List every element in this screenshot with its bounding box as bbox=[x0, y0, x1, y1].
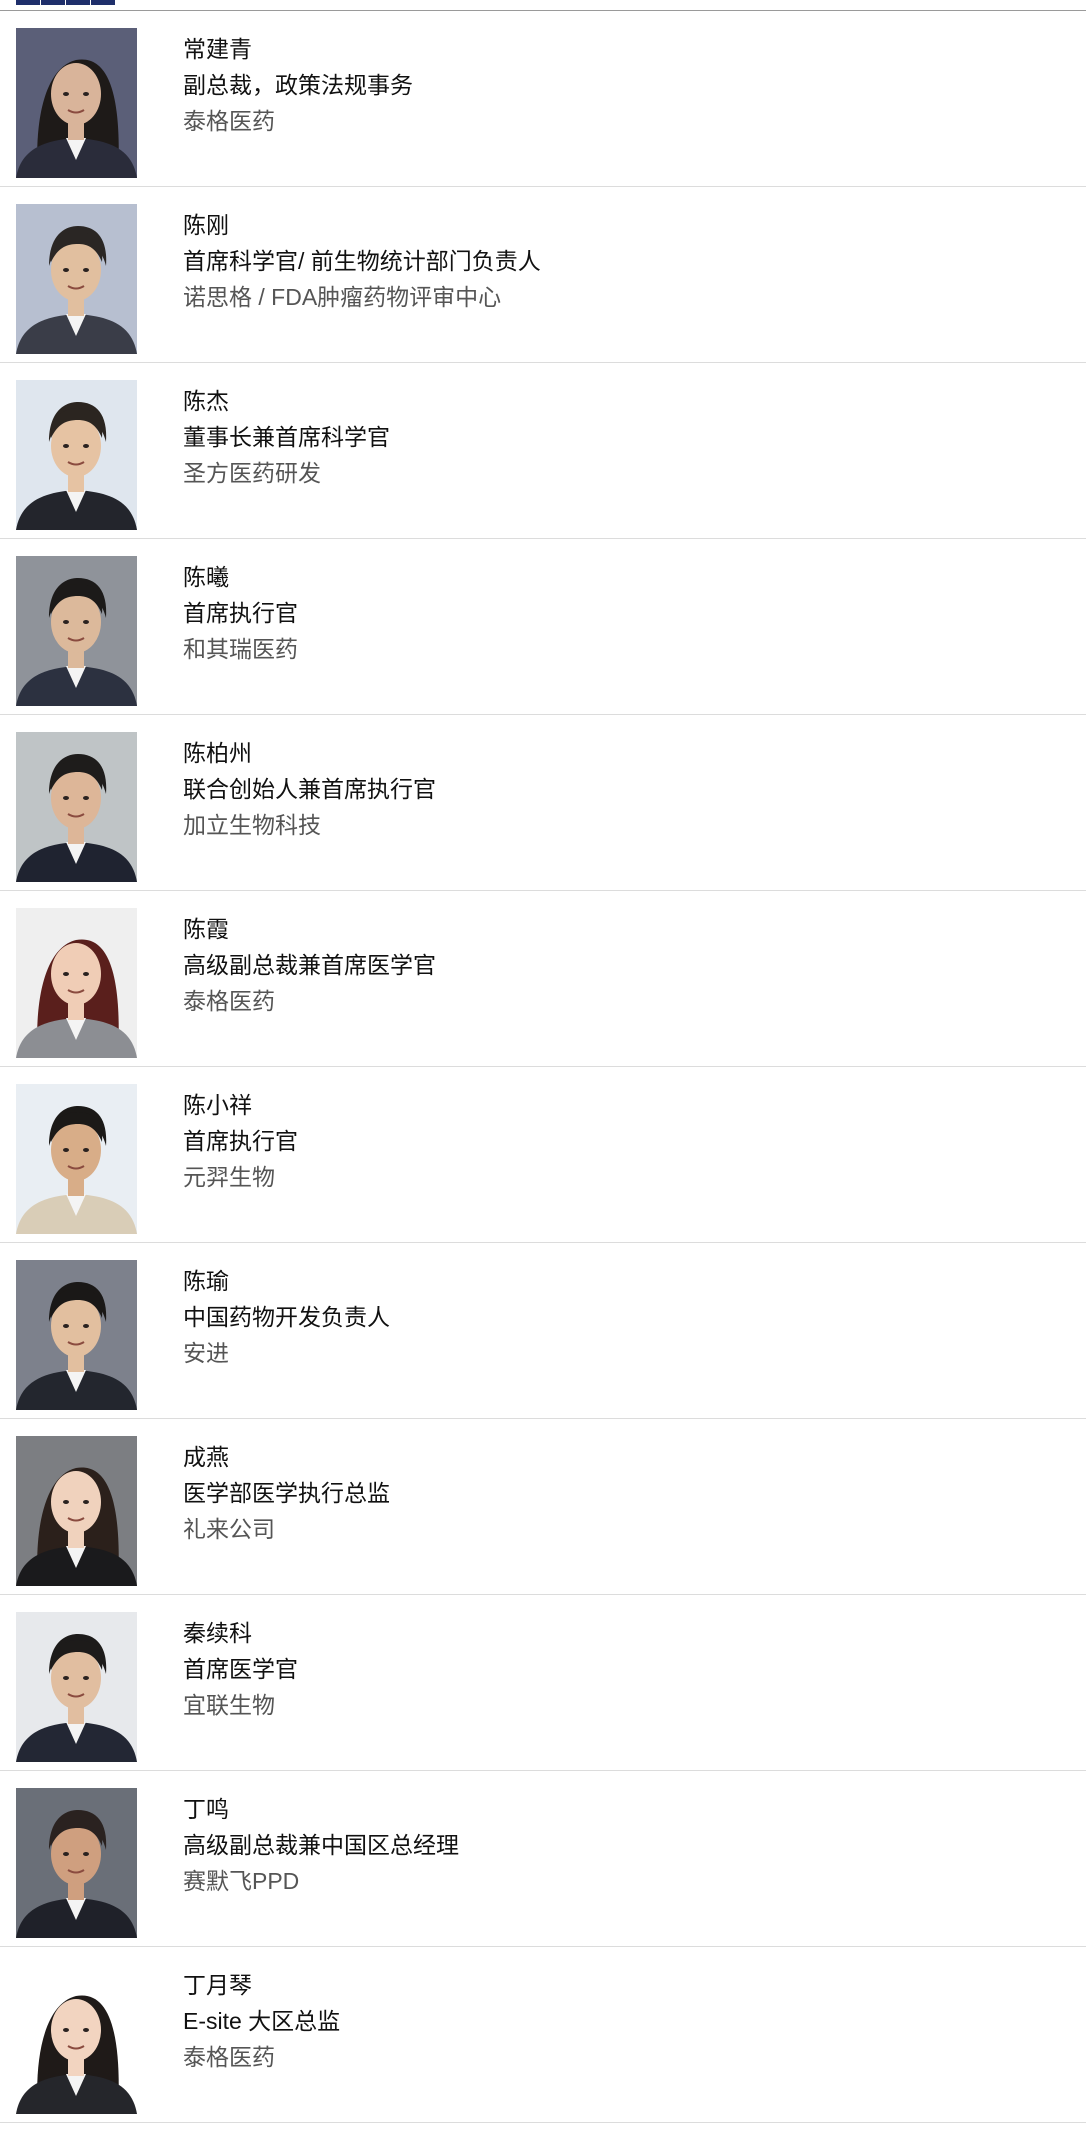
speaker-row[interactable]: 丁鸣高级副总裁兼中国区总经理 赛默飞PPD bbox=[0, 1771, 1086, 1947]
speaker-title: 首席医学官 bbox=[183, 1656, 298, 1682]
speaker-name: 陈曦 bbox=[183, 564, 229, 590]
speaker-photo bbox=[16, 556, 137, 706]
speaker-name: 丁月琴 bbox=[183, 1972, 252, 1998]
speaker-title: E-site 大区总监 bbox=[183, 2008, 341, 2034]
speaker-title: 首席执行官 bbox=[183, 600, 298, 626]
speaker-photo bbox=[16, 28, 137, 178]
speaker-name: 陈杰 bbox=[183, 388, 229, 414]
speaker-row[interactable]: 陈曦首席执行官和其瑞医药 bbox=[0, 539, 1086, 715]
speaker-organization: 泰格医药 bbox=[183, 988, 275, 1014]
speaker-photo bbox=[16, 1788, 137, 1938]
speaker-organization: 元羿生物 bbox=[183, 1164, 275, 1190]
speaker-name: 陈刚 bbox=[183, 212, 229, 238]
speaker-info: 秦续科首席医学官宜联生物 bbox=[183, 1615, 298, 1723]
speaker-title: 中国药物开发负责人 bbox=[183, 1304, 390, 1330]
speaker-info: 成燕医学部医学执行总监 礼来公司 bbox=[183, 1439, 390, 1547]
speaker-name: 丁鸣 bbox=[183, 1796, 229, 1822]
speaker-organization: 加立生物科技 bbox=[183, 812, 321, 838]
speaker-name: 秦续科 bbox=[183, 1620, 252, 1646]
section-header-divider: ▬▬▬▬ bbox=[0, 0, 1086, 11]
speaker-row[interactable]: 秦续科首席医学官宜联生物 bbox=[0, 1595, 1086, 1771]
speaker-organization: 赛默飞PPD bbox=[183, 1868, 300, 1894]
speaker-name: 陈霞 bbox=[183, 916, 229, 942]
section-heading-cropped: ▬▬▬▬ bbox=[16, 0, 116, 10]
speaker-info: 陈曦首席执行官和其瑞医药 bbox=[183, 559, 298, 667]
speaker-photo bbox=[16, 1964, 137, 2114]
speaker-row[interactable]: 成燕医学部医学执行总监 礼来公司 bbox=[0, 1419, 1086, 1595]
speaker-organization: 诺思格 / FDA肿瘤药物评审中心 bbox=[183, 284, 502, 310]
speaker-organization: 泰格医药 bbox=[183, 108, 275, 134]
speaker-photo bbox=[16, 1612, 137, 1762]
speaker-organization: 宜联生物 bbox=[183, 1692, 275, 1718]
speaker-photo bbox=[16, 908, 137, 1058]
speaker-info: 陈小祥首席执行官元羿生物 bbox=[183, 1087, 298, 1195]
speaker-info: 常建青副总裁，政策法规事务 泰格医药 bbox=[183, 31, 413, 139]
speaker-name: 陈小祥 bbox=[183, 1092, 252, 1118]
speaker-row[interactable]: 陈刚首席科学官/ 前生物统计部门负责人 诺思格 / FDA肿瘤药物评审中心 bbox=[0, 187, 1086, 363]
speaker-row[interactable]: 常建青副总裁，政策法规事务 泰格医药 bbox=[0, 11, 1086, 187]
speaker-organization: 圣方医药研发 bbox=[183, 460, 321, 486]
speaker-row[interactable]: 陈小祥首席执行官元羿生物 bbox=[0, 1067, 1086, 1243]
speaker-info: 陈霞高级副总裁兼首席医学官 泰格医药 bbox=[183, 911, 436, 1019]
speaker-photo bbox=[16, 1436, 137, 1586]
speaker-row[interactable]: 陈霞高级副总裁兼首席医学官 泰格医药 bbox=[0, 891, 1086, 1067]
speaker-title: 高级副总裁兼首席医学官 bbox=[183, 952, 436, 978]
speaker-name: 陈柏州 bbox=[183, 740, 252, 766]
speaker-row[interactable]: 丁月琴 E-site 大区总监 泰格医药 bbox=[0, 1947, 1086, 2123]
speaker-row[interactable]: 陈瑜中国药物开发负责人 安进 bbox=[0, 1243, 1086, 1419]
speaker-row[interactable]: 陈柏州联合创始人兼首席执行官 加立生物科技 bbox=[0, 715, 1086, 891]
speaker-info: 陈刚首席科学官/ 前生物统计部门负责人 诺思格 / FDA肿瘤药物评审中心 bbox=[183, 207, 541, 315]
speaker-info: 陈杰董事长兼首席科学官 圣方医药研发 bbox=[183, 383, 390, 491]
speaker-name: 成燕 bbox=[183, 1444, 229, 1470]
speaker-photo bbox=[16, 732, 137, 882]
speaker-title: 董事长兼首席科学官 bbox=[183, 424, 390, 450]
speaker-title: 副总裁，政策法规事务 bbox=[183, 72, 413, 98]
speaker-row[interactable]: 陈杰董事长兼首席科学官 圣方医药研发 bbox=[0, 363, 1086, 539]
speaker-photo bbox=[16, 380, 137, 530]
speaker-organization: 泰格医药 bbox=[183, 2044, 275, 2070]
speaker-info: 丁月琴 E-site 大区总监 泰格医药 bbox=[183, 1967, 340, 2075]
speaker-title: 首席科学官/ 前生物统计部门负责人 bbox=[183, 248, 541, 274]
speaker-info: 陈柏州联合创始人兼首席执行官 加立生物科技 bbox=[183, 735, 436, 843]
speaker-name: 陈瑜 bbox=[183, 1268, 229, 1294]
speaker-organization: 礼来公司 bbox=[183, 1516, 275, 1542]
speaker-title: 医学部医学执行总监 bbox=[183, 1480, 390, 1506]
speaker-organization: 和其瑞医药 bbox=[183, 636, 298, 662]
speaker-info: 丁鸣高级副总裁兼中国区总经理 赛默飞PPD bbox=[183, 1791, 459, 1899]
speaker-info: 陈瑜中国药物开发负责人 安进 bbox=[183, 1263, 390, 1371]
speaker-name: 常建青 bbox=[183, 36, 252, 62]
speaker-photo bbox=[16, 1260, 137, 1410]
speaker-list: 常建青 副总裁，政策法规事务 泰格医药 陈刚 首席科学官/ 前生物统计部门负责人 诺思格 … bbox=[0, 11, 1086, 2123]
speaker-title: 首席执行官 bbox=[183, 1128, 298, 1154]
speaker-organization: 安进 bbox=[183, 1340, 229, 1366]
speaker-photo bbox=[16, 204, 137, 354]
speaker-photo bbox=[16, 1084, 137, 1234]
speaker-title: 高级副总裁兼中国区总经理 bbox=[183, 1832, 459, 1858]
speaker-title: 联合创始人兼首席执行官 bbox=[183, 776, 436, 802]
